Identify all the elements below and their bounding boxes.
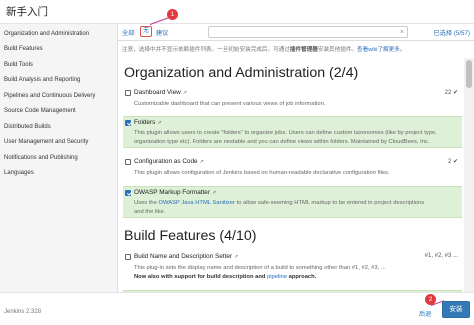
wizard-title: 新手入门 (6, 6, 48, 18)
sidebar-item-distributed-builds[interactable]: Distributed Builds (4, 124, 51, 130)
plugin-description: Uses the OWASP Java HTML Sanitizer to al… (134, 200, 425, 215)
notice-text-2: 一旦初始安装完成后，可通过 (217, 47, 290, 53)
section-title-build-features: Build Features (4/10) (124, 228, 257, 244)
jenkins-version: Jenkins 2.328 (4, 309, 42, 315)
notice-prefix: 注意， (122, 47, 139, 53)
annotation-marker-2: 2 (425, 294, 436, 305)
sidebar-item-build-features[interactable]: Build Features (4, 46, 43, 52)
plugin-description: This plugin allows configuration of Jenk… (134, 170, 390, 176)
external-link-icon[interactable]: ↗ (234, 254, 238, 260)
plugin-row-configuration-as-code[interactable]: Configuration as Code ↗ 2 ✔ This plugin a… (123, 156, 462, 178)
install-button[interactable]: 安装 (442, 301, 470, 318)
sidebar-item-scm[interactable]: Source Code Management (4, 108, 76, 114)
plugin-row-folders[interactable]: Folders ↗ This plugin allows users to cre… (123, 116, 462, 148)
external-link-icon[interactable]: ↗ (200, 159, 204, 165)
plugin-checkbox[interactable] (125, 90, 131, 96)
plugin-stats: #1, #2, #3 ... (424, 253, 458, 259)
plugin-checkbox[interactable] (125, 190, 131, 196)
notice-text: 注意，选择中并不显示依赖插件列表。一旦初始安装完成后，可通过插件管理器安装其他插… (118, 41, 474, 57)
sidebar-item-user-management[interactable]: User Management and Security (4, 139, 88, 145)
plugin-list: Organization and Administration (2/4) Da… (118, 58, 464, 292)
plugin-stats: 2 ✔ (447, 159, 458, 165)
annotation-marker-1: 1 (167, 9, 178, 20)
wizard-title-bar: 新手入门 (0, 0, 474, 24)
external-link-icon[interactable]: ↗ (157, 120, 161, 126)
sidebar-item-build-analysis[interactable]: Build Analysis and Reporting (4, 77, 80, 83)
plugin-toolbar: 全部 无 建议 × 已选择 (5/57) (118, 24, 474, 41)
plugin-row-build-name-setter[interactable]: Build Name and Description Setter ↗ #1, #… (123, 251, 462, 287)
plugin-row-dashboard-view[interactable]: Dashboard View ↗ 22 ✔ Customizable dashbo… (123, 87, 462, 109)
notice-text-3: 安装其他插件。 (317, 47, 358, 53)
plugin-description: This plug-in sets the display name and d… (134, 265, 386, 280)
plugin-checkbox[interactable] (125, 254, 131, 260)
sidebar-item-notifications[interactable]: Notifications and Publishing (4, 155, 78, 161)
plugin-search-box: × (208, 26, 408, 38)
pipeline-link[interactable]: pipeline (267, 274, 287, 280)
plugin-name: Dashboard View ↗ (134, 89, 187, 96)
plugin-checkbox[interactable] (125, 120, 131, 126)
plugin-list-scrollbar[interactable] (464, 58, 474, 292)
plugin-manager-label: 插件管理器 (289, 47, 318, 53)
select-all-link[interactable]: 全部 (122, 28, 134, 37)
scrollbar-thumb[interactable] (466, 60, 472, 88)
sidebar-item-languages[interactable]: Languages (4, 170, 34, 176)
plugin-name: Folders ↗ (134, 119, 162, 126)
plugin-description: This plugin allows users to create "fold… (134, 130, 437, 145)
category-sidebar: Organization and Administration Build Fe… (0, 24, 118, 292)
clear-search-icon[interactable]: × (400, 28, 404, 37)
selected-count-link[interactable]: 已选择 (5/57) (434, 28, 470, 37)
select-suggested-link[interactable]: 建议 (156, 28, 168, 37)
owasp-sanitizer-link[interactable]: OWASP Java HTML Sanitizer (159, 200, 235, 206)
plugin-row-owasp-markup-formatter[interactable]: OWASP Markup Formatter ↗ Uses the OWASP J… (123, 186, 462, 218)
plugin-name: Configuration as Code ↗ (134, 158, 204, 165)
sidebar-item-organization[interactable]: Organization and Administration (4, 31, 89, 37)
external-link-icon[interactable]: ↗ (183, 90, 187, 96)
plugin-search-input[interactable] (209, 27, 397, 37)
select-none-link[interactable]: 无 (140, 26, 152, 37)
notice-text-1: 选择中并不显示依赖插件列表。 (138, 47, 218, 53)
back-button[interactable]: 后退 (419, 309, 431, 318)
plugin-name: OWASP Markup Formatter ↗ (134, 189, 217, 196)
external-link-icon[interactable]: ↗ (212, 190, 216, 196)
plugin-name: Build Name and Description Setter ↗ (134, 253, 239, 260)
wiki-link[interactable]: 查看wiki了解更多。 (357, 47, 405, 53)
plugin-stats: 22 ✔ (444, 90, 458, 96)
section-title-organization: Organization and Administration (2/4) (124, 65, 359, 81)
sidebar-item-build-tools[interactable]: Build Tools (4, 62, 33, 68)
sidebar-item-pipelines[interactable]: Pipelines and Continuous Delivery (4, 93, 95, 99)
plugin-description: Customizable dashboard that can present … (134, 101, 326, 107)
wizard-footer: Jenkins 2.328 后退 安装 (0, 292, 474, 325)
plugin-checkbox[interactable] (125, 159, 131, 165)
